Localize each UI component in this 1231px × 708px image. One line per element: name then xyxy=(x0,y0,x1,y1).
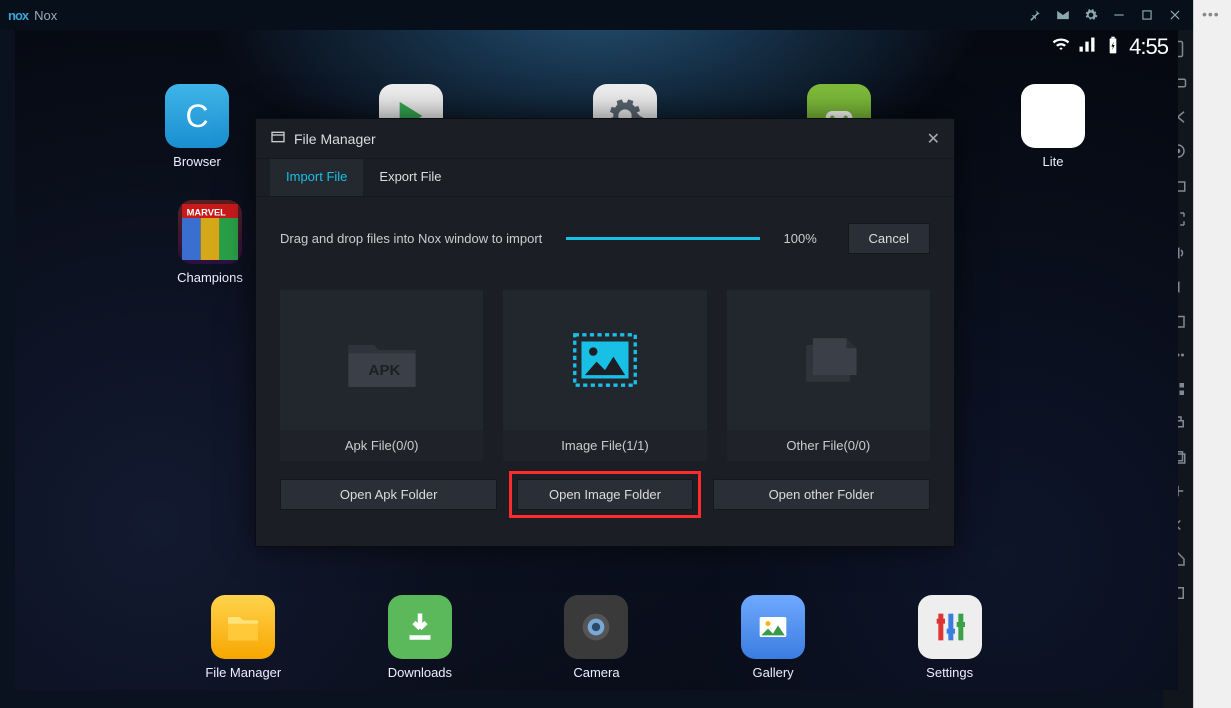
dialog-body: Drag and drop files into Nox window to i… xyxy=(256,197,954,546)
svg-text:MARVEL: MARVEL xyxy=(187,208,227,218)
outer-browser-sidebar: ••• xyxy=(1193,0,1231,708)
app-file-manager[interactable]: File Manager xyxy=(198,595,288,680)
app-downloads[interactable]: Downloads xyxy=(375,595,465,680)
signal-icon xyxy=(1077,35,1097,60)
card-caption: Apk File(0/0) xyxy=(280,430,483,461)
image-icon xyxy=(503,290,706,430)
gear-icon[interactable] xyxy=(1081,5,1101,25)
app-camera[interactable]: Camera xyxy=(551,595,641,680)
app-facebook-lite[interactable]: f Lite xyxy=(1021,84,1085,169)
app-settings[interactable]: Settings xyxy=(905,595,995,680)
file-type-cards: APK Apk File(0/0) Image File(1/1) xyxy=(280,290,930,461)
maximize-button[interactable] xyxy=(1137,5,1157,25)
nox-window: nox Nox 4:55 xyxy=(0,0,1193,708)
camera-icon xyxy=(564,595,628,659)
clock: 4:55 xyxy=(1129,34,1168,60)
card-other[interactable]: Other File(0/0) xyxy=(727,290,930,461)
file-manager-dialog: File Manager ✕ Import File Export File D… xyxy=(255,118,955,547)
titlebar: nox Nox xyxy=(0,0,1193,30)
app-label: Browser xyxy=(173,154,221,169)
wifi-icon xyxy=(1051,35,1071,60)
progress-row: Drag and drop files into Nox window to i… xyxy=(280,223,930,254)
android-screen: 4:55 C Browser f Lite xyxy=(15,30,1178,690)
svg-text:APK: APK xyxy=(368,362,400,379)
app-label: Champions xyxy=(177,270,243,285)
open-image-folder-button[interactable]: Open Image Folder xyxy=(517,479,692,510)
app-gallery[interactable]: Gallery xyxy=(728,595,818,680)
gallery-icon xyxy=(741,595,805,659)
tab-import-file[interactable]: Import File xyxy=(270,159,363,196)
card-image[interactable]: Image File(1/1) xyxy=(503,290,706,461)
dialog-titlebar: File Manager ✕ xyxy=(256,119,954,159)
app-label: Camera xyxy=(573,665,619,680)
dock: File Manager Downloads Camera Gallery Se… xyxy=(15,595,1178,680)
sliders-icon xyxy=(918,595,982,659)
pin-icon[interactable] xyxy=(1025,5,1045,25)
more-icon[interactable]: ••• xyxy=(1194,0,1231,22)
app-label: Settings xyxy=(926,665,973,680)
progress-percent: 100% xyxy=(784,231,824,246)
dialog-tabs: Import File Export File xyxy=(256,159,954,197)
close-button[interactable] xyxy=(1165,5,1185,25)
status-bar: 4:55 xyxy=(1051,30,1168,64)
apk-folder-icon: APK xyxy=(280,290,483,430)
instruction-text: Drag and drop files into Nox window to i… xyxy=(280,231,542,246)
minimize-button[interactable] xyxy=(1109,5,1129,25)
champions-icon: MARVEL xyxy=(178,200,242,264)
app-browser[interactable]: C Browser xyxy=(165,84,229,169)
card-apk[interactable]: APK Apk File(0/0) xyxy=(280,290,483,461)
browser-icon: C xyxy=(165,84,229,148)
tab-export-file[interactable]: Export File xyxy=(363,159,457,196)
open-apk-folder-button[interactable]: Open Apk Folder xyxy=(280,479,497,510)
app-label: Lite xyxy=(1043,154,1064,169)
facebook-icon: f xyxy=(1021,84,1085,148)
document-stack-icon xyxy=(727,290,930,430)
app-label: Gallery xyxy=(752,665,793,680)
mail-icon[interactable] xyxy=(1053,5,1073,25)
progress-bar xyxy=(566,237,759,240)
window-title: Nox xyxy=(34,8,57,23)
app-label: File Manager xyxy=(205,665,281,680)
card-caption: Image File(1/1) xyxy=(503,430,706,461)
home-row-2: MARVEL Champions xyxy=(165,200,255,285)
dialog-title: File Manager xyxy=(294,131,376,147)
open-other-folder-button[interactable]: Open other Folder xyxy=(713,479,930,510)
download-icon xyxy=(388,595,452,659)
card-caption: Other File(0/0) xyxy=(727,430,930,461)
dialog-close-button[interactable]: ✕ xyxy=(927,129,940,149)
cancel-button[interactable]: Cancel xyxy=(848,223,930,254)
folder-icon xyxy=(211,595,275,659)
open-folder-row: Open Apk Folder Open Image Folder Open o… xyxy=(280,479,930,510)
nox-logo: nox xyxy=(8,8,28,23)
file-manager-icon xyxy=(270,129,286,148)
app-champions[interactable]: MARVEL Champions xyxy=(165,200,255,285)
app-label: Downloads xyxy=(388,665,452,680)
battery-icon xyxy=(1103,35,1123,60)
